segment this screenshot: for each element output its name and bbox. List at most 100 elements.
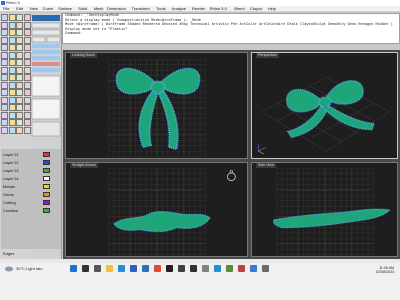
tool-button[interactable] [1,96,8,104]
front-viewport[interactable]: Straight Ahead [65,162,248,257]
layer-row[interactable]: Creation [1,207,61,214]
tool-button[interactable] [1,44,8,51]
tool-button[interactable] [8,119,16,126]
menu-dimension[interactable]: Dimension [107,6,126,12]
tool-button[interactable] [16,126,23,134]
layer-row[interactable]: Cutting [1,199,61,206]
tool-button[interactable] [1,81,8,89]
front-viewport-canvas[interactable] [66,163,247,256]
perspective-viewport-canvas[interactable] [252,53,397,158]
viewport-title-right[interactable]: Side View [256,163,276,168]
tool-button[interactable] [1,126,8,134]
layer-color-swatch[interactable] [43,208,50,213]
layer-row[interactable]: Layer 01 [1,151,61,158]
tool-button[interactable] [16,96,23,104]
tool-button[interactable] [16,74,23,81]
tool-button[interactable] [1,51,8,59]
tool-button[interactable] [16,89,23,96]
tool-button[interactable] [1,36,8,44]
menu-file[interactable]: File [3,6,9,12]
tool-button[interactable] [8,29,16,36]
tool-button[interactable] [1,66,8,74]
tool-button[interactable] [23,44,31,51]
tool-button[interactable] [1,104,8,111]
tool-button[interactable] [8,126,16,134]
menu-edit[interactable]: Edit [16,6,23,12]
tool-button[interactable] [16,14,23,21]
tool-button[interactable] [23,29,31,36]
zbrush-icon[interactable] [178,265,185,272]
tool-button[interactable] [1,119,8,126]
tool-button[interactable] [16,36,23,44]
search-icon[interactable] [82,265,89,272]
layer-row[interactable]: Layer 04 [1,175,61,182]
tool-button[interactable] [1,14,8,21]
start-icon[interactable] [70,265,77,272]
tool-button[interactable] [23,36,31,44]
store-icon[interactable] [130,265,137,272]
tool-button[interactable] [23,81,31,89]
command-history[interactable]: Command: _'SetDisplayMode Select a displ… [62,13,400,44]
system-clock[interactable]: 11:06 AM 02/08/2023 [376,266,394,274]
tool-button[interactable] [23,89,31,96]
tool-button[interactable] [8,96,16,104]
tool-button[interactable] [16,44,23,51]
tool-button[interactable] [8,104,16,111]
tool-button[interactable] [8,51,16,59]
viewport-title-perspective[interactable]: Perspective [256,53,279,58]
tool-button[interactable] [8,81,16,89]
terminal-icon[interactable] [190,265,197,272]
perspective-viewport[interactable]: Perspective [251,52,398,159]
tool-button[interactable] [16,66,23,74]
layer-color-swatch[interactable] [43,192,50,197]
menu-analyze[interactable]: Analyze [172,6,186,12]
tool-button[interactable] [23,66,31,74]
tool-button[interactable] [16,21,23,29]
settings-icon[interactable] [202,265,209,272]
app-icon-3[interactable] [250,265,257,272]
command-prompt[interactable]: Command: [65,32,82,37]
tool-button[interactable] [8,66,16,74]
tool-button[interactable] [16,29,23,36]
tool-button[interactable] [23,74,31,81]
layer-color-swatch[interactable] [43,152,50,157]
app-icon-2[interactable] [238,265,245,272]
tool-button[interactable] [23,51,31,59]
tool-button[interactable] [23,96,31,104]
mail-icon[interactable] [142,265,149,272]
layer-color-swatch[interactable] [43,168,50,173]
menu-blend[interactable]: Blend [234,6,244,12]
tool-button[interactable] [8,14,16,21]
task-view-icon[interactable] [94,265,101,272]
layer-color-swatch[interactable] [43,176,50,181]
tool-button[interactable] [8,21,16,29]
tool-button[interactable] [23,14,31,21]
tool-button[interactable] [1,74,8,81]
viewport-title-front[interactable]: Straight Ahead [70,163,98,168]
weather-widget[interactable]: 30°C Light rain [16,266,43,271]
right-viewport-canvas[interactable] [252,163,397,256]
tool-button[interactable] [23,21,31,29]
layer-color-swatch[interactable] [43,200,50,205]
menu-transform[interactable]: Transform [132,6,150,12]
tool-button[interactable] [16,111,23,119]
tool-button[interactable] [8,111,16,119]
photos-icon[interactable] [214,265,221,272]
tool-button[interactable] [16,119,23,126]
menu-tools[interactable]: Tools [156,6,165,12]
explorer-icon[interactable] [106,265,113,272]
rhino-icon[interactable] [166,265,173,272]
tool-button[interactable] [8,89,16,96]
app-icon-4[interactable] [262,265,269,272]
tool-button[interactable] [1,59,8,66]
layer-row[interactable]: Layer 02 [1,159,61,166]
menu-curve[interactable]: Curve [43,6,54,12]
layer-color-swatch[interactable] [43,184,50,189]
tool-button[interactable] [8,74,16,81]
menu-clayoo[interactable]: Clayoo [250,6,262,12]
menu-mesh[interactable]: Mesh [94,6,104,12]
menu-surface[interactable]: Surface [58,6,72,12]
tool-button[interactable] [23,59,31,66]
tool-button[interactable] [16,81,23,89]
tool-button[interactable] [8,59,16,66]
